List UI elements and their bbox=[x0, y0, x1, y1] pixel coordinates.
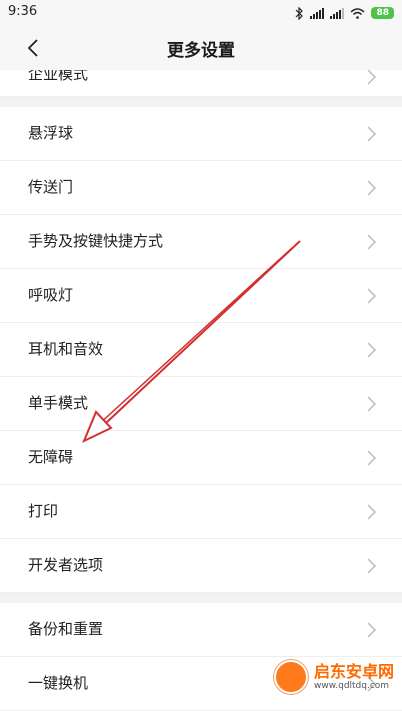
chevron-right-icon bbox=[367, 180, 377, 196]
watermark-logo-icon bbox=[273, 660, 308, 694]
list-item-backup-reset[interactable]: 备份和重置 bbox=[0, 603, 402, 657]
watermark: 启东安卓网 www.qdltdq.com bbox=[273, 660, 394, 694]
list-item-headphones-audio[interactable]: 耳机和音效 bbox=[0, 323, 402, 377]
list-item-label: 备份和重置 bbox=[28, 620, 104, 638]
list-item-accessibility[interactable]: 无障碍 bbox=[0, 431, 402, 485]
list-item-one-hand-mode[interactable]: 单手模式 bbox=[0, 377, 402, 431]
list-item-portal[interactable]: 传送门 bbox=[0, 161, 402, 215]
section-divider bbox=[0, 97, 402, 107]
chevron-right-icon bbox=[367, 450, 377, 466]
list-item-label: 开发者选项 bbox=[28, 556, 104, 574]
chevron-right-icon bbox=[367, 288, 377, 304]
list-item-label: 单手模式 bbox=[28, 394, 89, 412]
settings-list: 企业模式 悬浮球 传送门 手势及按键快捷方式 呼吸灯 耳机和音效 单手模式 无障… bbox=[0, 70, 402, 711]
watermark-url: www.qdltdq.com bbox=[313, 680, 390, 691]
battery-icon: 88 bbox=[371, 7, 394, 19]
list-item-enterprise-mode[interactable]: 企业模式 bbox=[0, 70, 402, 97]
chevron-right-icon bbox=[367, 504, 377, 520]
chevron-right-icon bbox=[367, 234, 377, 250]
list-item-gesture-shortcuts[interactable]: 手势及按键快捷方式 bbox=[0, 215, 402, 269]
list-item-label: 企业模式 bbox=[28, 70, 89, 83]
list-item-developer-options[interactable]: 开发者选项 bbox=[0, 539, 402, 593]
list-item-floating-ball[interactable]: 悬浮球 bbox=[0, 107, 402, 161]
list-item-label: 传送门 bbox=[28, 178, 74, 196]
chevron-right-icon bbox=[367, 622, 377, 638]
page-title: 更多设置 bbox=[167, 41, 235, 61]
list-item-label: 耳机和音效 bbox=[28, 340, 104, 358]
list-item-label: 一键换机 bbox=[28, 674, 89, 692]
header-bar: 更多设置 bbox=[0, 26, 402, 70]
bluetooth-icon bbox=[296, 6, 304, 20]
chevron-right-icon bbox=[367, 342, 377, 358]
settings-group-1: 悬浮球 传送门 手势及按键快捷方式 呼吸灯 耳机和音效 单手模式 无障碍 打印 bbox=[0, 107, 402, 593]
section-divider bbox=[0, 593, 402, 603]
watermark-title: 启东安卓网 bbox=[313, 661, 394, 681]
wifi-icon bbox=[350, 7, 365, 19]
chevron-right-icon bbox=[367, 70, 377, 85]
settings-group-2: 备份和重置 一键换机 bbox=[0, 603, 402, 711]
list-item-breathing-light[interactable]: 呼吸灯 bbox=[0, 269, 402, 323]
list-item-label: 无障碍 bbox=[28, 448, 74, 466]
list-item-label: 悬浮球 bbox=[28, 124, 74, 142]
list-item-print[interactable]: 打印 bbox=[0, 485, 402, 539]
chevron-right-icon bbox=[367, 396, 377, 412]
signal-icon bbox=[330, 7, 345, 19]
list-item-label: 打印 bbox=[28, 502, 59, 520]
chevron-right-icon bbox=[367, 126, 377, 142]
chevron-right-icon bbox=[367, 558, 377, 574]
status-icons: 88 bbox=[295, 5, 394, 21]
list-item-label: 手势及按键快捷方式 bbox=[28, 232, 164, 250]
signal-icon bbox=[310, 7, 325, 19]
list-item-label: 呼吸灯 bbox=[28, 286, 74, 304]
status-time: 9:36 bbox=[8, 4, 38, 19]
status-bar: 9:36 88 bbox=[0, 0, 402, 26]
